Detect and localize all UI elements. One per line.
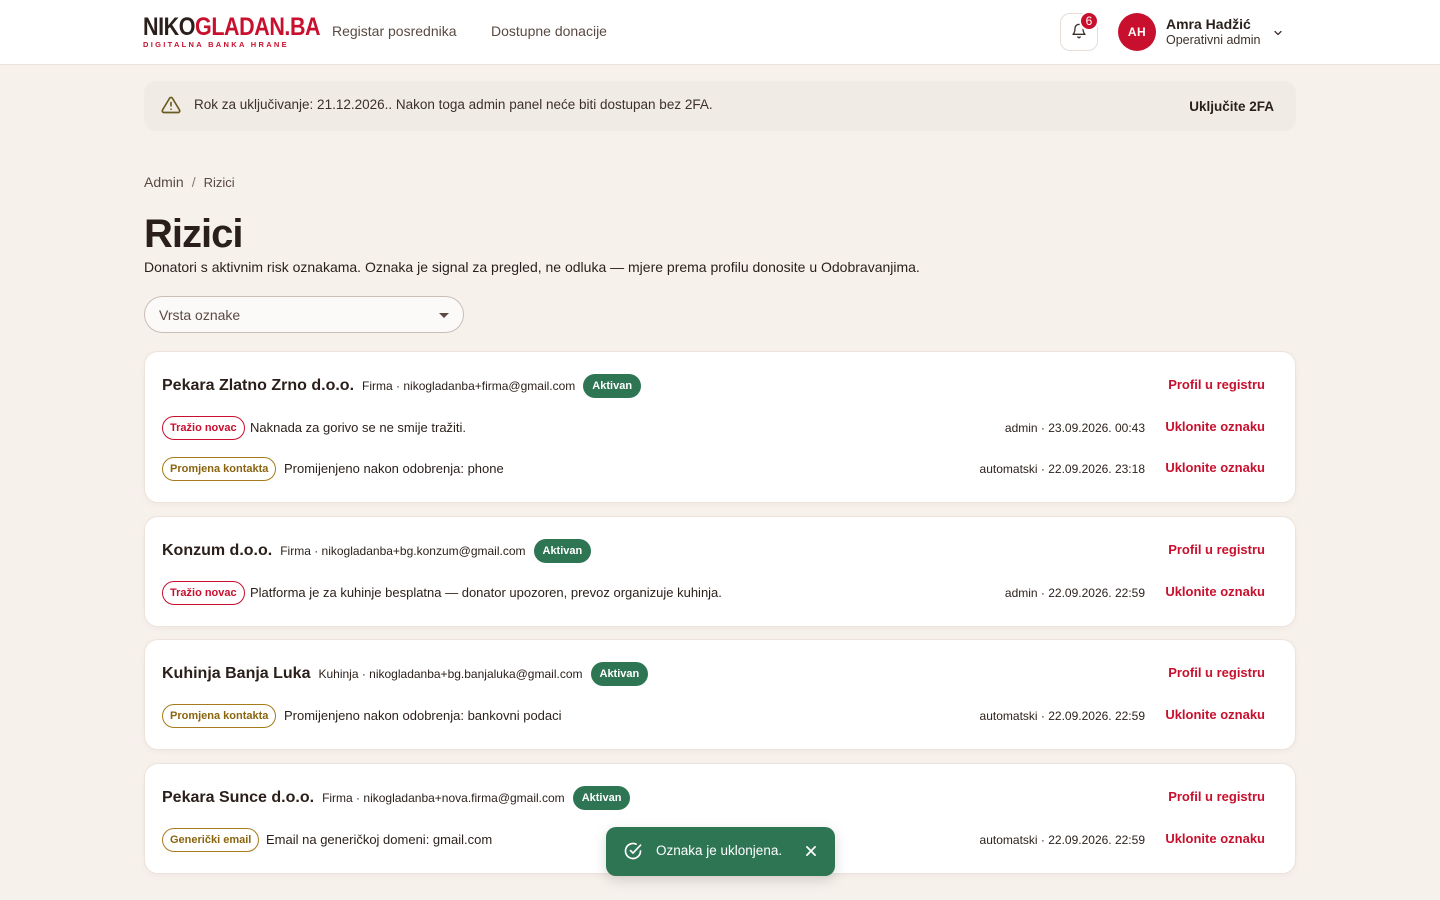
profile-link[interactable]: Profil u registru bbox=[1168, 789, 1265, 804]
alert-message: Rok za uključivanje: 21.12.2026.. Nakon … bbox=[194, 97, 713, 112]
flag-tag: Promjena kontakta bbox=[162, 457, 277, 481]
chevron-down-icon bbox=[1272, 26, 1284, 44]
select-label: Vrsta oznake bbox=[159, 307, 241, 323]
warning-icon bbox=[161, 95, 181, 120]
status-badge: Aktivan bbox=[590, 662, 649, 686]
remove-flag-button[interactable]: Uklonite oznaku bbox=[1165, 831, 1265, 846]
breadcrumb: Admin / Rizici bbox=[144, 174, 235, 190]
flag-tag: Tražio novac bbox=[162, 416, 245, 440]
flag-meta: automatski · 22.09.2026. 23:18 bbox=[979, 462, 1145, 476]
donor-card: Kuhinja Banja Luka Kuhinja · nikogladanb… bbox=[144, 639, 1296, 750]
profile-link[interactable]: Profil u registru bbox=[1168, 665, 1265, 680]
flag-tag: Tražio novac bbox=[162, 581, 245, 605]
logo-tagline: DIGITALNA BANKA HRANE bbox=[143, 40, 289, 49]
donor-name: Pekara Zlatno Zrno d.o.o. bbox=[162, 377, 355, 394]
flag-row: Promjena kontakta Promijenjeno nakon odo… bbox=[162, 704, 1265, 728]
donor-name: Konzum d.o.o. bbox=[162, 542, 273, 559]
enable-2fa-button[interactable]: Uključite 2FA bbox=[1189, 99, 1274, 114]
flag-tag: Promjena kontakta bbox=[162, 704, 277, 728]
donor-meta: Firma · nikogladanba+firma@gmail.com bbox=[362, 379, 576, 393]
remove-flag-button[interactable]: Uklonite oznaku bbox=[1165, 460, 1265, 475]
donor-meta: Firma · nikogladanba+bg.konzum@gmail.com bbox=[280, 544, 526, 558]
check-circle-icon bbox=[623, 841, 643, 866]
notification-count-badge: 6 bbox=[1079, 11, 1099, 31]
remove-flag-button[interactable]: Uklonite oznaku bbox=[1165, 584, 1265, 599]
flag-tag: Generički email bbox=[162, 828, 260, 852]
donor-name: Pekara Sunce d.o.o. bbox=[162, 789, 315, 806]
nav-link-dostupne-donacije[interactable]: Dostupne donacije bbox=[491, 23, 607, 39]
flag-meta: admin · 22.09.2026. 22:59 bbox=[1004, 586, 1145, 600]
flag-text: Email na generičkoj domeni: gmail.com bbox=[266, 832, 493, 847]
breadcrumb-current: Rizici bbox=[203, 175, 235, 190]
flag-type-select[interactable]: Vrsta oznake bbox=[144, 296, 464, 333]
flag-meta: admin · 23.09.2026. 00:43 bbox=[1004, 421, 1145, 435]
flag-row: Tražio novac Naknada za gorivo se ne smi… bbox=[162, 416, 1265, 440]
donor-card: Pekara Zlatno Zrno d.o.o. Firma · nikogl… bbox=[144, 351, 1296, 503]
page-description: Donatori s aktivnim risk oznakama. Oznak… bbox=[144, 259, 920, 275]
user-name: Amra Hadžić bbox=[1166, 16, 1251, 32]
profile-link[interactable]: Profil u registru bbox=[1168, 377, 1265, 392]
status-badge: Aktivan bbox=[572, 786, 631, 810]
avatar: AH bbox=[1118, 13, 1156, 51]
status-badge: Aktivan bbox=[583, 374, 642, 398]
donor-name: Kuhinja Banja Luka bbox=[162, 665, 311, 682]
status-badge: Aktivan bbox=[533, 539, 592, 563]
top-navbar: NIKOGLADAN.BA DIGITALNA BANKA HRANE Regi… bbox=[0, 0, 1440, 65]
toast-message: Oznaka je uklonjena. bbox=[656, 843, 783, 858]
nav-link-registar-posrednika[interactable]: Registar posrednika bbox=[332, 23, 457, 39]
flag-meta: automatski · 22.09.2026. 22:59 bbox=[979, 833, 1145, 847]
flag-row: Promjena kontakta Promijenjeno nakon odo… bbox=[162, 457, 1265, 481]
donor-meta: Firma · nikogladanba+nova.firma@gmail.co… bbox=[322, 791, 565, 805]
twofa-warning-banner: Rok za uključivanje: 21.12.2026.. Nakon … bbox=[144, 81, 1296, 131]
success-toast: Oznaka je uklonjena. bbox=[606, 827, 835, 876]
logo[interactable]: NIKOGLADAN.BA DIGITALNA BANKA HRANE bbox=[143, 15, 349, 49]
donor-meta: Kuhinja · nikogladanba+bg.banjaluka@gmai… bbox=[318, 667, 583, 681]
flag-meta: automatski · 22.09.2026. 22:59 bbox=[979, 709, 1145, 723]
flag-row: Tražio novac Platforma je za kuhinje bes… bbox=[162, 581, 1265, 605]
donor-card: Konzum d.o.o. Firma · nikogladanba+bg.ko… bbox=[144, 516, 1296, 627]
flag-text: Promijenjeno nakon odobrenja: bankovni p… bbox=[284, 708, 562, 723]
close-toast-button[interactable] bbox=[804, 844, 818, 861]
flag-text: Platforma je za kuhinje besplatna — dona… bbox=[250, 585, 722, 600]
user-role: Operativni admin bbox=[1166, 33, 1261, 47]
close-icon bbox=[804, 846, 818, 861]
logo-wordmark: NIKOGLADAN.BA bbox=[143, 13, 321, 41]
caret-down-icon bbox=[439, 313, 449, 318]
remove-flag-button[interactable]: Uklonite oznaku bbox=[1165, 707, 1265, 722]
flag-text: Naknada za gorivo se ne smije tražiti. bbox=[250, 420, 467, 435]
remove-flag-button[interactable]: Uklonite oznaku bbox=[1165, 419, 1265, 434]
profile-link[interactable]: Profil u registru bbox=[1168, 542, 1265, 557]
breadcrumb-admin[interactable]: Admin bbox=[144, 174, 184, 190]
page-title: Rizici bbox=[144, 212, 243, 256]
flag-text: Promijenjeno nakon odobrenja: phone bbox=[284, 461, 504, 476]
